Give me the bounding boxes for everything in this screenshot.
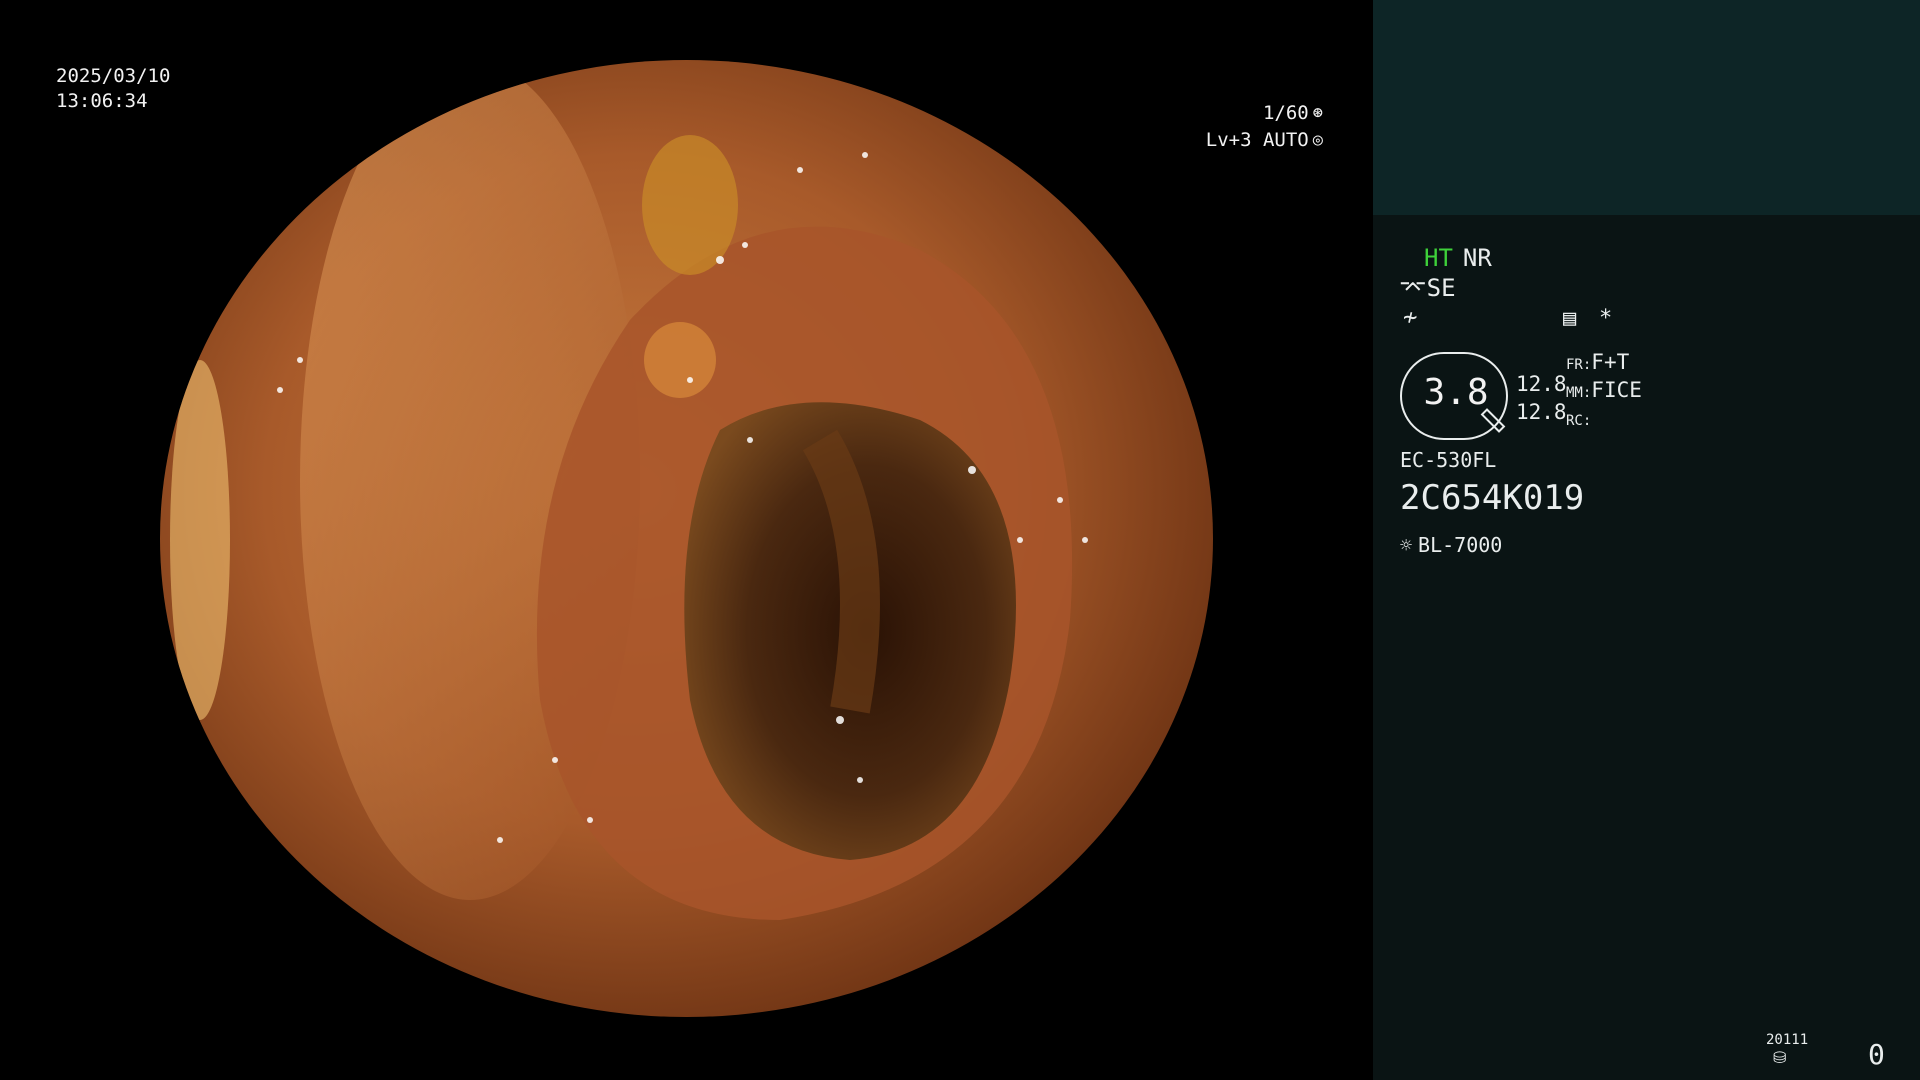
enhancement-modes: HT NR [1424, 244, 1492, 272]
frame-mask-top [0, 0, 1373, 60]
storage-code: 20111 [1766, 1032, 1809, 1048]
scope-model: EC-530FL [1400, 448, 1497, 472]
disk-icon: ⛁ [1773, 1048, 1787, 1067]
gain-values: 12.8 12.8 [1516, 370, 1567, 426]
memo-icon: ▤ [1563, 306, 1577, 331]
structure-enhance: ⌤SE [1399, 274, 1456, 302]
mm-label: MM: [1566, 385, 1592, 401]
gauge-value: 3.8 [1423, 372, 1489, 413]
nr-indicator: NR [1462, 244, 1492, 272]
time-label: 13:06:34 [56, 90, 148, 112]
ht-indicator: HT [1424, 244, 1453, 272]
endoscopy-view: 2025/03/10 13:06:34 1/60 ⊛ Lv+3 AUTO ◎ [0, 0, 1373, 1080]
fr-value: F+T [1591, 350, 1630, 374]
light-level: Lv+3 AUTO [1205, 129, 1309, 151]
mucosa-illustration [170, 60, 1088, 983]
endoscope-image [160, 60, 1213, 1017]
lamp-label: BL-7000 [1418, 533, 1503, 557]
structure-enhance-icon: ⌤ [1399, 274, 1427, 302]
iris-icon: ◎ [1312, 130, 1323, 150]
rc-label: RC: [1566, 413, 1592, 429]
shutter-speed: 1/60 [1262, 102, 1309, 124]
fr-label: FR: [1566, 357, 1592, 373]
exposure-info: 1/60 ⊛ Lv+3 AUTO ◎ [1206, 100, 1323, 154]
image-count: 0 [1868, 1038, 1885, 1071]
datetime: 2025/03/10 13:06:34 [56, 64, 170, 114]
gain-value-2: 12.8 [1516, 400, 1567, 424]
frame-mask-bottom [0, 1017, 1373, 1080]
scope-serial: 2C654K019 [1400, 478, 1585, 518]
mm-value: FICE [1591, 378, 1642, 402]
lamp-icon: ☼ [1400, 533, 1413, 557]
zoom-gauge: 3.8 [1400, 352, 1508, 440]
info-panel-header [1373, 0, 1920, 215]
shutter-icon: ⊛ [1312, 103, 1323, 123]
gain-value-1: 12.8 [1516, 372, 1567, 396]
info-panel: HT NR ⌤SE ≁ ▤ * 3.8 12.8 12.8 FR:F+T MM:F… [1373, 0, 1920, 1080]
noise-icon: ≁ [1403, 303, 1418, 331]
mode-list: FR:F+T MM:FICE RC: [1566, 350, 1642, 434]
date-label: 2025/03/10 [56, 65, 171, 87]
se-label: SE [1426, 274, 1456, 302]
star-icon: * [1599, 306, 1613, 331]
light-source: ☼ BL-7000 [1400, 533, 1502, 557]
